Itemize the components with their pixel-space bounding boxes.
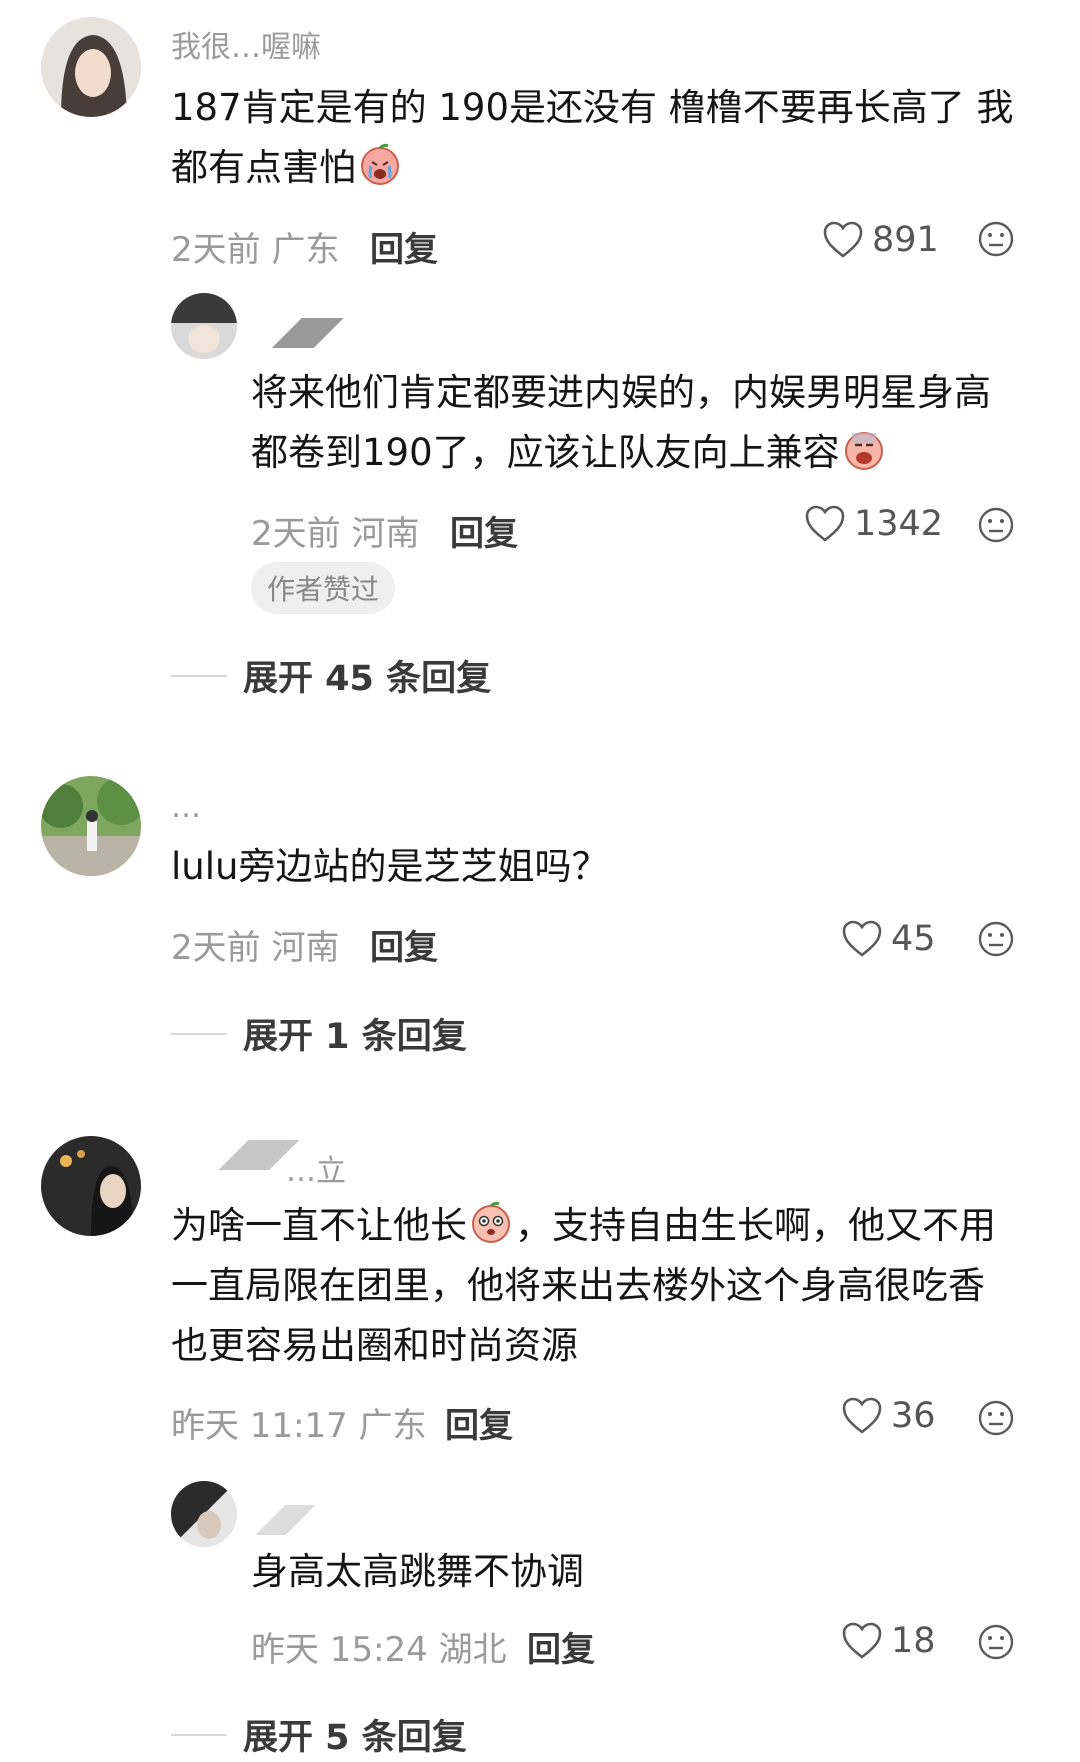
heart-outline-icon (842, 1622, 882, 1659)
comment-text: lulu旁边站的是芝芝姐吗？ (171, 845, 609, 888)
comment-meta: 2天前 广东 (171, 230, 340, 270)
neutral-face-icon[interactable] (977, 1623, 1015, 1661)
like-button[interactable]: 45 (841, 919, 936, 959)
comment-meta: 2天前 河南 (171, 928, 340, 968)
shocked-emoji-icon (472, 1201, 510, 1243)
like-count: 18 (891, 1621, 936, 1661)
username-mask (245, 318, 355, 348)
heart-outline-icon (805, 505, 845, 542)
like-button[interactable]: 36 (841, 1396, 936, 1436)
divider-line (171, 674, 227, 677)
like-button[interactable]: 891 (822, 220, 939, 260)
reply-button[interactable]: 回复 (370, 222, 438, 271)
comment-text: 187肯定是有的 190是还没有 橹橹不要再长高了 我 都有点害怕 (171, 86, 1014, 189)
neutral-face-icon[interactable] (977, 220, 1015, 258)
username-mask (245, 1505, 315, 1535)
reply-button[interactable]: 回复 (445, 1398, 513, 1447)
avatar[interactable] (41, 776, 141, 876)
comment-text: 将来他们肯定都要进内娱的，内娱男明星身高 都卷到190了，应该让队友向上兼容 (251, 371, 991, 474)
comment-meta: 昨天 11:17 广东 (171, 1406, 427, 1446)
heart-outline-icon (823, 221, 863, 258)
neutral-face-icon[interactable] (977, 506, 1015, 544)
comment-meta: 2天前 河南 (251, 514, 420, 554)
reply-button[interactable]: 回复 (450, 506, 518, 555)
like-count: 36 (891, 1396, 936, 1436)
like-button[interactable]: 18 (841, 1621, 936, 1661)
like-button[interactable]: 1342 (804, 504, 943, 544)
scared-emoji-icon (844, 432, 883, 470)
expand-replies-button[interactable]: 展开 5 条回复 (171, 1709, 467, 1760)
comment-text: 身高太高跳舞不协调 (251, 1550, 584, 1593)
comment-meta: 昨天 15:24 湖北 (251, 1630, 507, 1670)
like-count: 45 (891, 919, 936, 959)
expand-replies-button[interactable]: 展开 45 条回复 (171, 650, 491, 701)
username[interactable]: 我很…喔嘛 (171, 22, 321, 66)
divider-line (171, 1032, 227, 1035)
comment-text: 为啥一直不让他长 ，支持自由生长啊，他又不用 一直局限在团里，他将来出去楼外这个身… (171, 1196, 996, 1376)
avatar[interactable] (41, 1136, 141, 1236)
avatar[interactable] (41, 17, 141, 117)
like-count: 891 (872, 220, 939, 260)
like-count: 1342 (854, 504, 944, 544)
heart-outline-icon (842, 1397, 882, 1434)
username[interactable]: …立 (286, 1146, 346, 1190)
crying-emoji-icon (361, 143, 399, 185)
heart-outline-icon (842, 920, 882, 957)
username[interactable]: … (171, 790, 201, 825)
divider-line (171, 1733, 227, 1736)
avatar[interactable] (171, 1481, 237, 1547)
avatar[interactable] (171, 293, 237, 359)
neutral-face-icon[interactable] (977, 1399, 1015, 1437)
author-liked-badge: 作者赞过 (251, 562, 396, 614)
reply-button[interactable]: 回复 (370, 920, 438, 969)
reply-button[interactable]: 回复 (527, 1622, 595, 1671)
expand-replies-button[interactable]: 展开 1 条回复 (171, 1008, 467, 1059)
neutral-face-icon[interactable] (977, 920, 1015, 958)
